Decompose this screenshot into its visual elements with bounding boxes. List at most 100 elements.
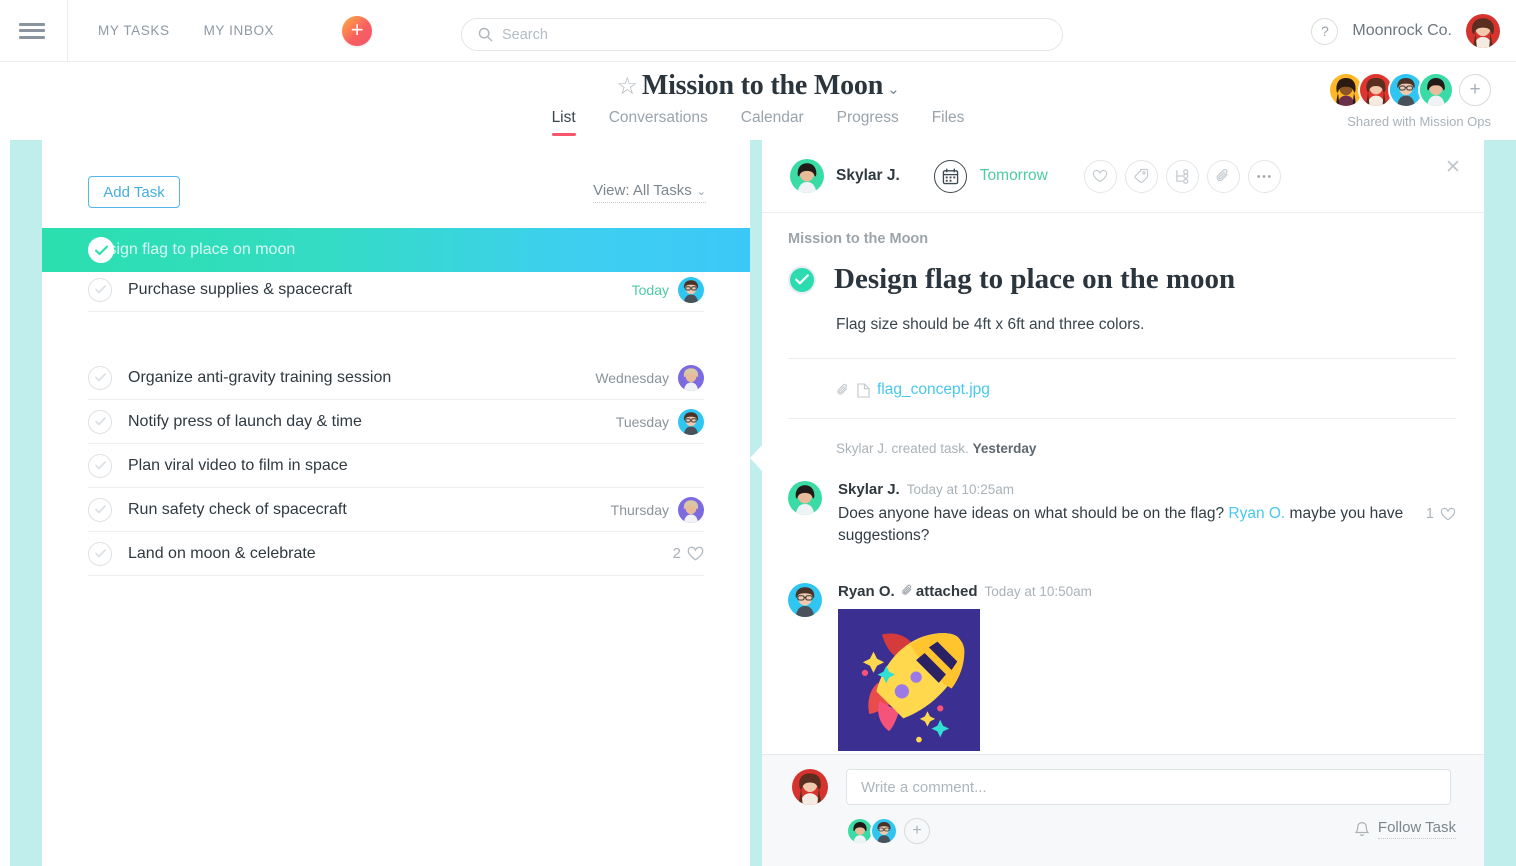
plus-icon: + — [350, 16, 364, 42]
task-due-date[interactable]: Tuesday — [616, 414, 669, 430]
tab-files[interactable]: Files — [932, 109, 965, 136]
task-row[interactable]: Purchase supplies & spacecraft Today — [88, 268, 704, 312]
comment-author-avatar[interactable] — [788, 583, 822, 617]
task-checkbox[interactable] — [88, 365, 112, 390]
task-checkbox[interactable] — [88, 497, 112, 522]
task-list-panel: Add Task View: All Tasks ⌄ Recruit team o… — [42, 140, 750, 866]
comment-author-name: Ryan O. — [838, 583, 895, 600]
project-members: + — [1328, 72, 1491, 108]
subtask-icon[interactable] — [1165, 159, 1199, 193]
task-row[interactable]: Plan viral video to film in space — [88, 444, 704, 488]
task-name: Design flag to place on moon — [88, 241, 296, 258]
close-icon[interactable]: ✕ — [1442, 156, 1464, 178]
quick-add-button[interactable]: + — [342, 15, 373, 46]
paperclip-icon — [902, 584, 912, 595]
created-text: Skylar J. created task. — [836, 441, 969, 456]
task-name: Plan viral video to film in space — [128, 456, 348, 474]
add-follower-button[interactable]: + — [904, 818, 930, 844]
task-complete-checkbox[interactable] — [788, 265, 816, 294]
comment-body: Ryan O. attached Today at 10:50am — [838, 583, 1456, 751]
follow-task-button[interactable]: Follow Task — [1354, 819, 1456, 839]
comment-input[interactable] — [846, 769, 1451, 805]
attachment-name[interactable]: flag_concept.jpg — [877, 381, 990, 399]
assignee-name[interactable]: Skylar J. — [836, 167, 900, 185]
task-name: Run safety check of spacecraft — [128, 500, 347, 518]
task-row[interactable]: Run safety check of spacecraft Thursday — [88, 488, 704, 532]
task-assignee-avatar[interactable] — [678, 276, 704, 303]
comment-like-count[interactable]: 1 — [1426, 481, 1456, 547]
follower-avatar[interactable] — [870, 817, 898, 845]
comment-author-avatar[interactable] — [788, 481, 822, 515]
current-user-avatar[interactable] — [792, 769, 828, 805]
task-assignee-avatar[interactable] — [678, 364, 704, 391]
assignee-avatar[interactable] — [790, 159, 824, 193]
task-detail-body: Mission to the Moon Design flag to place… — [762, 213, 1484, 793]
search-icon — [478, 27, 493, 42]
task-like-count[interactable]: 2 — [673, 545, 704, 562]
project-title-text[interactable]: Mission to the Moon — [642, 70, 883, 101]
search-box[interactable] — [461, 18, 1063, 51]
task-checkbox[interactable] — [88, 277, 112, 302]
calendar-icon[interactable] — [933, 159, 967, 193]
task-title[interactable]: Design flag to place on the moon — [834, 263, 1235, 296]
task-action-icons — [1083, 159, 1281, 193]
task-checkbox[interactable] — [88, 453, 112, 478]
task-row[interactable]: Land on moon & celebrate 2 — [88, 532, 704, 576]
task-checkbox[interactable] — [88, 541, 112, 566]
tab-calendar[interactable]: Calendar — [741, 109, 804, 136]
task-name: Organize anti-gravity training session — [128, 368, 392, 386]
org-name[interactable]: Moonrock Co. — [1352, 22, 1452, 40]
paperclip-icon[interactable] — [1206, 159, 1240, 193]
task-row-selected[interactable]: Design flag to place on moon — [42, 228, 750, 272]
add-member-button[interactable]: + — [1459, 74, 1491, 106]
tag-icon[interactable] — [1124, 159, 1158, 193]
nav-my-tasks[interactable]: MY TASKS — [98, 23, 170, 38]
like-count-value: 2 — [672, 545, 681, 562]
task-assignee-avatar[interactable] — [678, 496, 704, 523]
hamburger-menu-icon[interactable] — [19, 21, 45, 41]
ellipsis-icon[interactable] — [1247, 159, 1281, 193]
task-meta: Today — [632, 276, 704, 303]
follow-task-label: Follow Task — [1377, 819, 1456, 839]
view-filter-label: View: All Tasks — [593, 182, 692, 199]
task-row[interactable]: Notify press of launch day & time Tuesda… — [88, 400, 704, 444]
chevron-down-icon[interactable]: ⌄ — [887, 82, 900, 98]
file-icon — [857, 382, 870, 398]
add-task-button[interactable]: Add Task — [88, 176, 180, 208]
nav-my-inbox[interactable]: MY INBOX — [204, 23, 275, 38]
user-avatar[interactable] — [1466, 14, 1500, 48]
task-checkbox[interactable] — [88, 409, 112, 434]
top-bar: MY TASKS MY INBOX + ? Moonrock Co. — [0, 0, 1516, 62]
help-button[interactable]: ? — [1311, 17, 1339, 45]
search-input[interactable] — [502, 26, 1022, 43]
heart-icon[interactable] — [1083, 159, 1117, 193]
comment-author: Ryan O. attached Today at 10:50am — [838, 583, 1456, 600]
rocket-illustration[interactable] — [838, 609, 980, 751]
task-meta: Wednesday — [595, 364, 704, 391]
comment-mention[interactable]: Ryan O. — [1228, 505, 1285, 522]
task-row[interactable]: Organize anti-gravity training session W… — [88, 356, 704, 400]
selected-task-spacer — [42, 312, 750, 356]
task-due-date[interactable]: Wednesday — [595, 370, 669, 386]
due-date-text[interactable]: Tomorrow — [980, 167, 1048, 185]
breadcrumb[interactable]: Mission to the Moon — [788, 231, 928, 247]
task-assignee-avatar[interactable] — [678, 408, 704, 435]
task-description[interactable]: Flag size should be 4ft x 6ft and three … — [836, 316, 1144, 334]
view-filter-dropdown[interactable]: View: All Tasks ⌄ — [593, 182, 706, 203]
task-due-date[interactable]: Today — [632, 282, 669, 298]
comment-author-name: Skylar J. — [838, 481, 900, 498]
tab-progress[interactable]: Progress — [837, 109, 899, 136]
tab-list[interactable]: List — [551, 109, 576, 136]
created-when: Yesterday — [972, 441, 1037, 456]
task-checkbox-completed[interactable] — [88, 237, 114, 263]
due-date-control: Tomorrow — [933, 159, 1048, 193]
heart-outline-icon — [687, 546, 704, 561]
activity-created: Skylar J. created task. Yesterday — [836, 441, 1036, 456]
comment-attached-label: attached — [915, 583, 978, 600]
heart-outline-icon — [1440, 507, 1456, 521]
task-due-date[interactable]: Thursday — [611, 502, 669, 518]
star-outline-icon[interactable]: ☆ — [617, 74, 639, 100]
comment-time: Today at 10:50am — [984, 584, 1092, 599]
tab-conversations[interactable]: Conversations — [609, 109, 708, 136]
member-avatar[interactable] — [1418, 72, 1454, 108]
